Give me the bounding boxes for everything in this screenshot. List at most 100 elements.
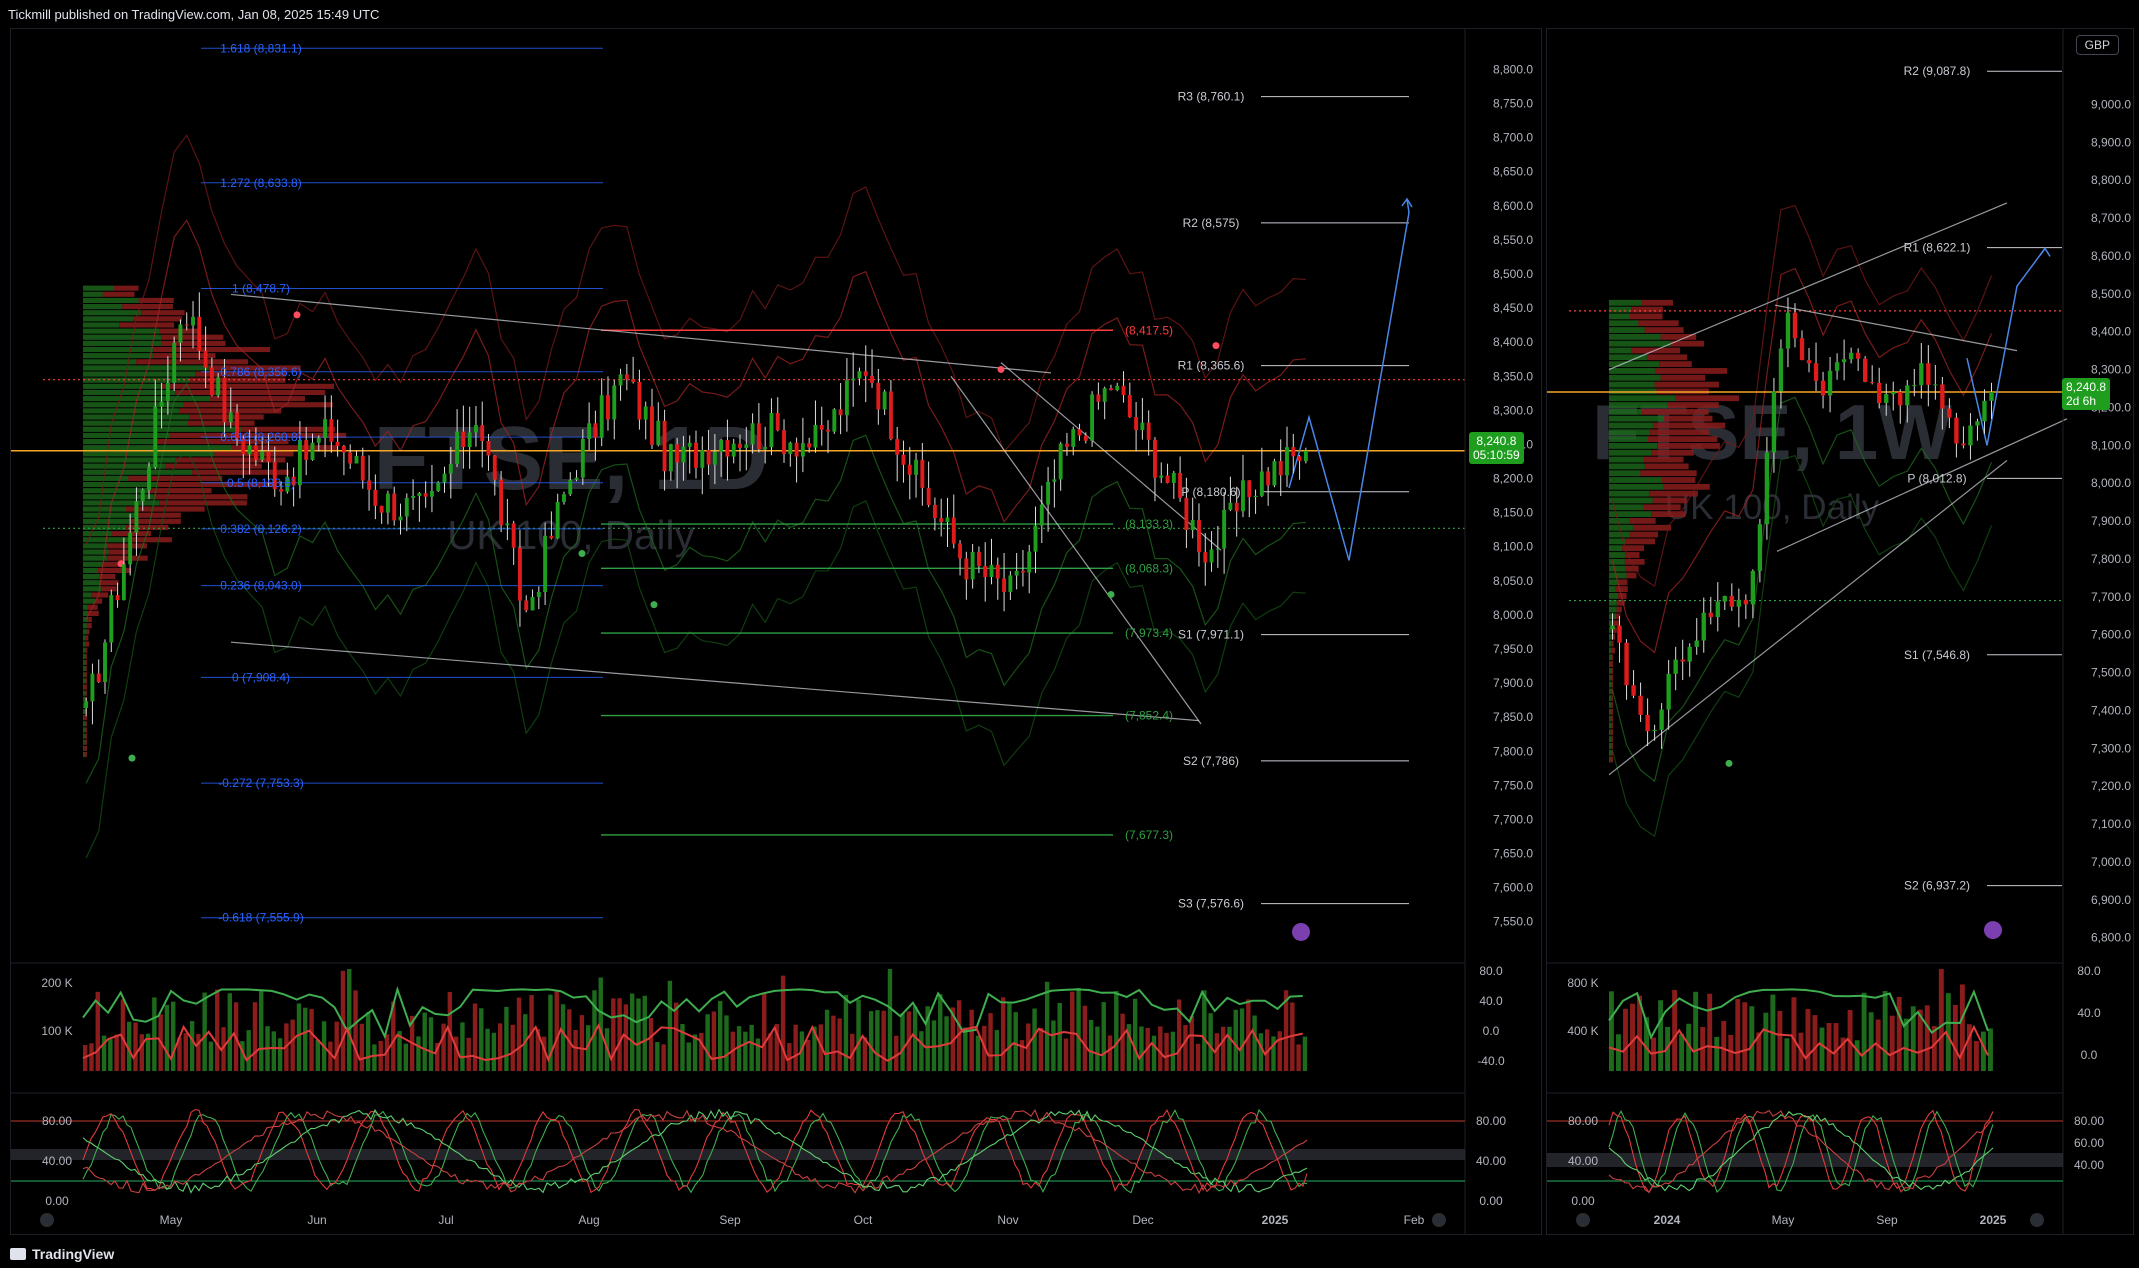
price-tick-label: 7,900.0 [2091, 514, 2131, 528]
volume-bar [579, 1015, 585, 1071]
volume-profile-bar [83, 451, 215, 457]
volume-profile-bar [85, 678, 87, 684]
volume-bar [969, 1009, 974, 1071]
volume-bar [611, 998, 616, 1071]
candle-body [549, 535, 554, 539]
daily-chart-panel[interactable]: FTSE, 1D UK 100, Daily 1.618 (8,831.1) 1.2… [10, 28, 1542, 1235]
volume-bar [843, 994, 849, 1071]
volume-profile-bar [1609, 449, 1652, 456]
volume-bar [428, 1017, 434, 1071]
volume-profile-bar [1615, 586, 1628, 592]
fib-level-label: -0.272 (7,753.3) [218, 776, 303, 790]
volume-bar [636, 998, 641, 1071]
fib-level-label: 0.5 (8,193.8) [227, 476, 295, 490]
volume-bar [1987, 1028, 1993, 1071]
price-tick-label: 8,400.0 [1493, 335, 1533, 349]
fib-level-label: 0.786 (8,356.6) [220, 365, 301, 379]
volume-profile-bar [83, 475, 129, 481]
price-tick-label: 8,600.0 [1493, 199, 1533, 213]
currency-button[interactable]: GBP [2075, 35, 2119, 55]
volume-bar [1158, 1026, 1163, 1071]
signal-dot [128, 754, 136, 762]
candle-body [989, 564, 994, 578]
volume-bar [806, 1039, 811, 1071]
candle-body [819, 424, 824, 430]
volume-profile-bar [1609, 572, 1627, 579]
last-price-badge-weekly: 8,240.8 2d 6h [2062, 378, 2111, 410]
candle-body [568, 479, 573, 495]
volume-bar [1239, 1008, 1245, 1071]
candle-body [650, 406, 654, 445]
candle-body [1624, 642, 1629, 686]
volume-profile-bar [83, 285, 115, 291]
candle-body [1266, 471, 1271, 486]
volume-profile-bar [83, 733, 85, 739]
volume-tick-label: 200 K [41, 976, 72, 990]
candle-body [1715, 601, 1720, 618]
trend-line [230, 293, 1052, 374]
candle-body [1071, 429, 1076, 447]
candle-body [1813, 363, 1819, 381]
weekly-chart-svg[interactable]: FTSE, 1WUK 100, Daily R2 (9,087.8)R1 (8,… [1547, 29, 2133, 1234]
price-tick-label: 7,950.0 [1493, 642, 1533, 656]
candle-body [103, 642, 107, 683]
tradingview-logo[interactable]: TradingView [10, 1246, 114, 1262]
candle-body [1127, 395, 1132, 418]
candle-body [1933, 384, 1938, 386]
time-tick-label: Dec [1132, 1213, 1153, 1227]
volume-profile-bar [1609, 497, 1653, 504]
stoch-k-slow [1608, 1110, 1994, 1192]
volume-bar [1164, 1032, 1169, 1071]
weekly-chart-panel[interactable]: FTSE, 1W UK 100, Daily R2 (9,087.8) R1 (8,… [1546, 28, 2134, 1235]
price-tick-label: 7,800.0 [1493, 744, 1533, 758]
tradingview-logo-icon [10, 1248, 26, 1260]
volume-profile-bar [1609, 715, 1611, 722]
candle-body [348, 452, 353, 464]
volume-profile-bar [83, 500, 160, 506]
candle-body [1027, 551, 1032, 573]
volume-bar [416, 1036, 421, 1071]
price-tick-label: 8,400.0 [2091, 325, 2131, 339]
candle-body [731, 443, 736, 457]
volume-profile-bar [119, 322, 175, 328]
volume-profile-bar [1631, 306, 1664, 313]
candle-body [1877, 382, 1882, 404]
volume-profile-bar [1609, 518, 1630, 524]
daily-chart-svg[interactable]: FTSE, 1DUK 100, Daily 1.618 (8,831.1)1.2… [11, 29, 1541, 1234]
volume-tick-label: 100 K [41, 1024, 72, 1038]
volume-profile-bar [1611, 742, 1613, 749]
volume-profile-bar [83, 371, 196, 377]
candle-body [901, 454, 906, 465]
candle-body [1652, 729, 1657, 732]
volume-profile-bar [83, 715, 85, 721]
volume-profile-bar [1609, 633, 1612, 640]
volume-profile-bar [83, 439, 157, 445]
volume-profile-bar [91, 592, 109, 598]
time-tick-label: Sep [1876, 1213, 1898, 1227]
volume-bar [309, 1008, 314, 1071]
price-tick-label: 8,050.0 [1493, 574, 1533, 588]
volume-profile-bar [1609, 586, 1616, 592]
events-bolt-icon [1984, 921, 2002, 940]
volume-profile-bar [1626, 572, 1637, 579]
volume-profile-bar [83, 383, 162, 389]
volume-bar [762, 993, 767, 1071]
price-tick-label: 8,000.0 [2091, 476, 2131, 490]
zoom-icon [40, 1213, 54, 1227]
candle-body [1159, 475, 1164, 478]
volume-bar [315, 1039, 321, 1071]
volume-profile-bar [1609, 552, 1626, 558]
volume-profile-bar [1609, 490, 1650, 497]
volume-profile-bar [83, 745, 85, 751]
volume-profile-bar [83, 666, 86, 672]
candle-body [147, 467, 151, 490]
candle-body [1666, 673, 1671, 710]
pivot-label: S1 (7,971.1) [1178, 628, 1244, 642]
volume-bar [831, 1015, 836, 1071]
volume-profile-bar [83, 310, 142, 316]
candle-body [1209, 549, 1214, 563]
stoch-tick-left: 40.00 [42, 1154, 72, 1168]
candle-body [1771, 391, 1777, 453]
footer-bar: TradingView [0, 1238, 2139, 1268]
candle-body [316, 437, 321, 443]
